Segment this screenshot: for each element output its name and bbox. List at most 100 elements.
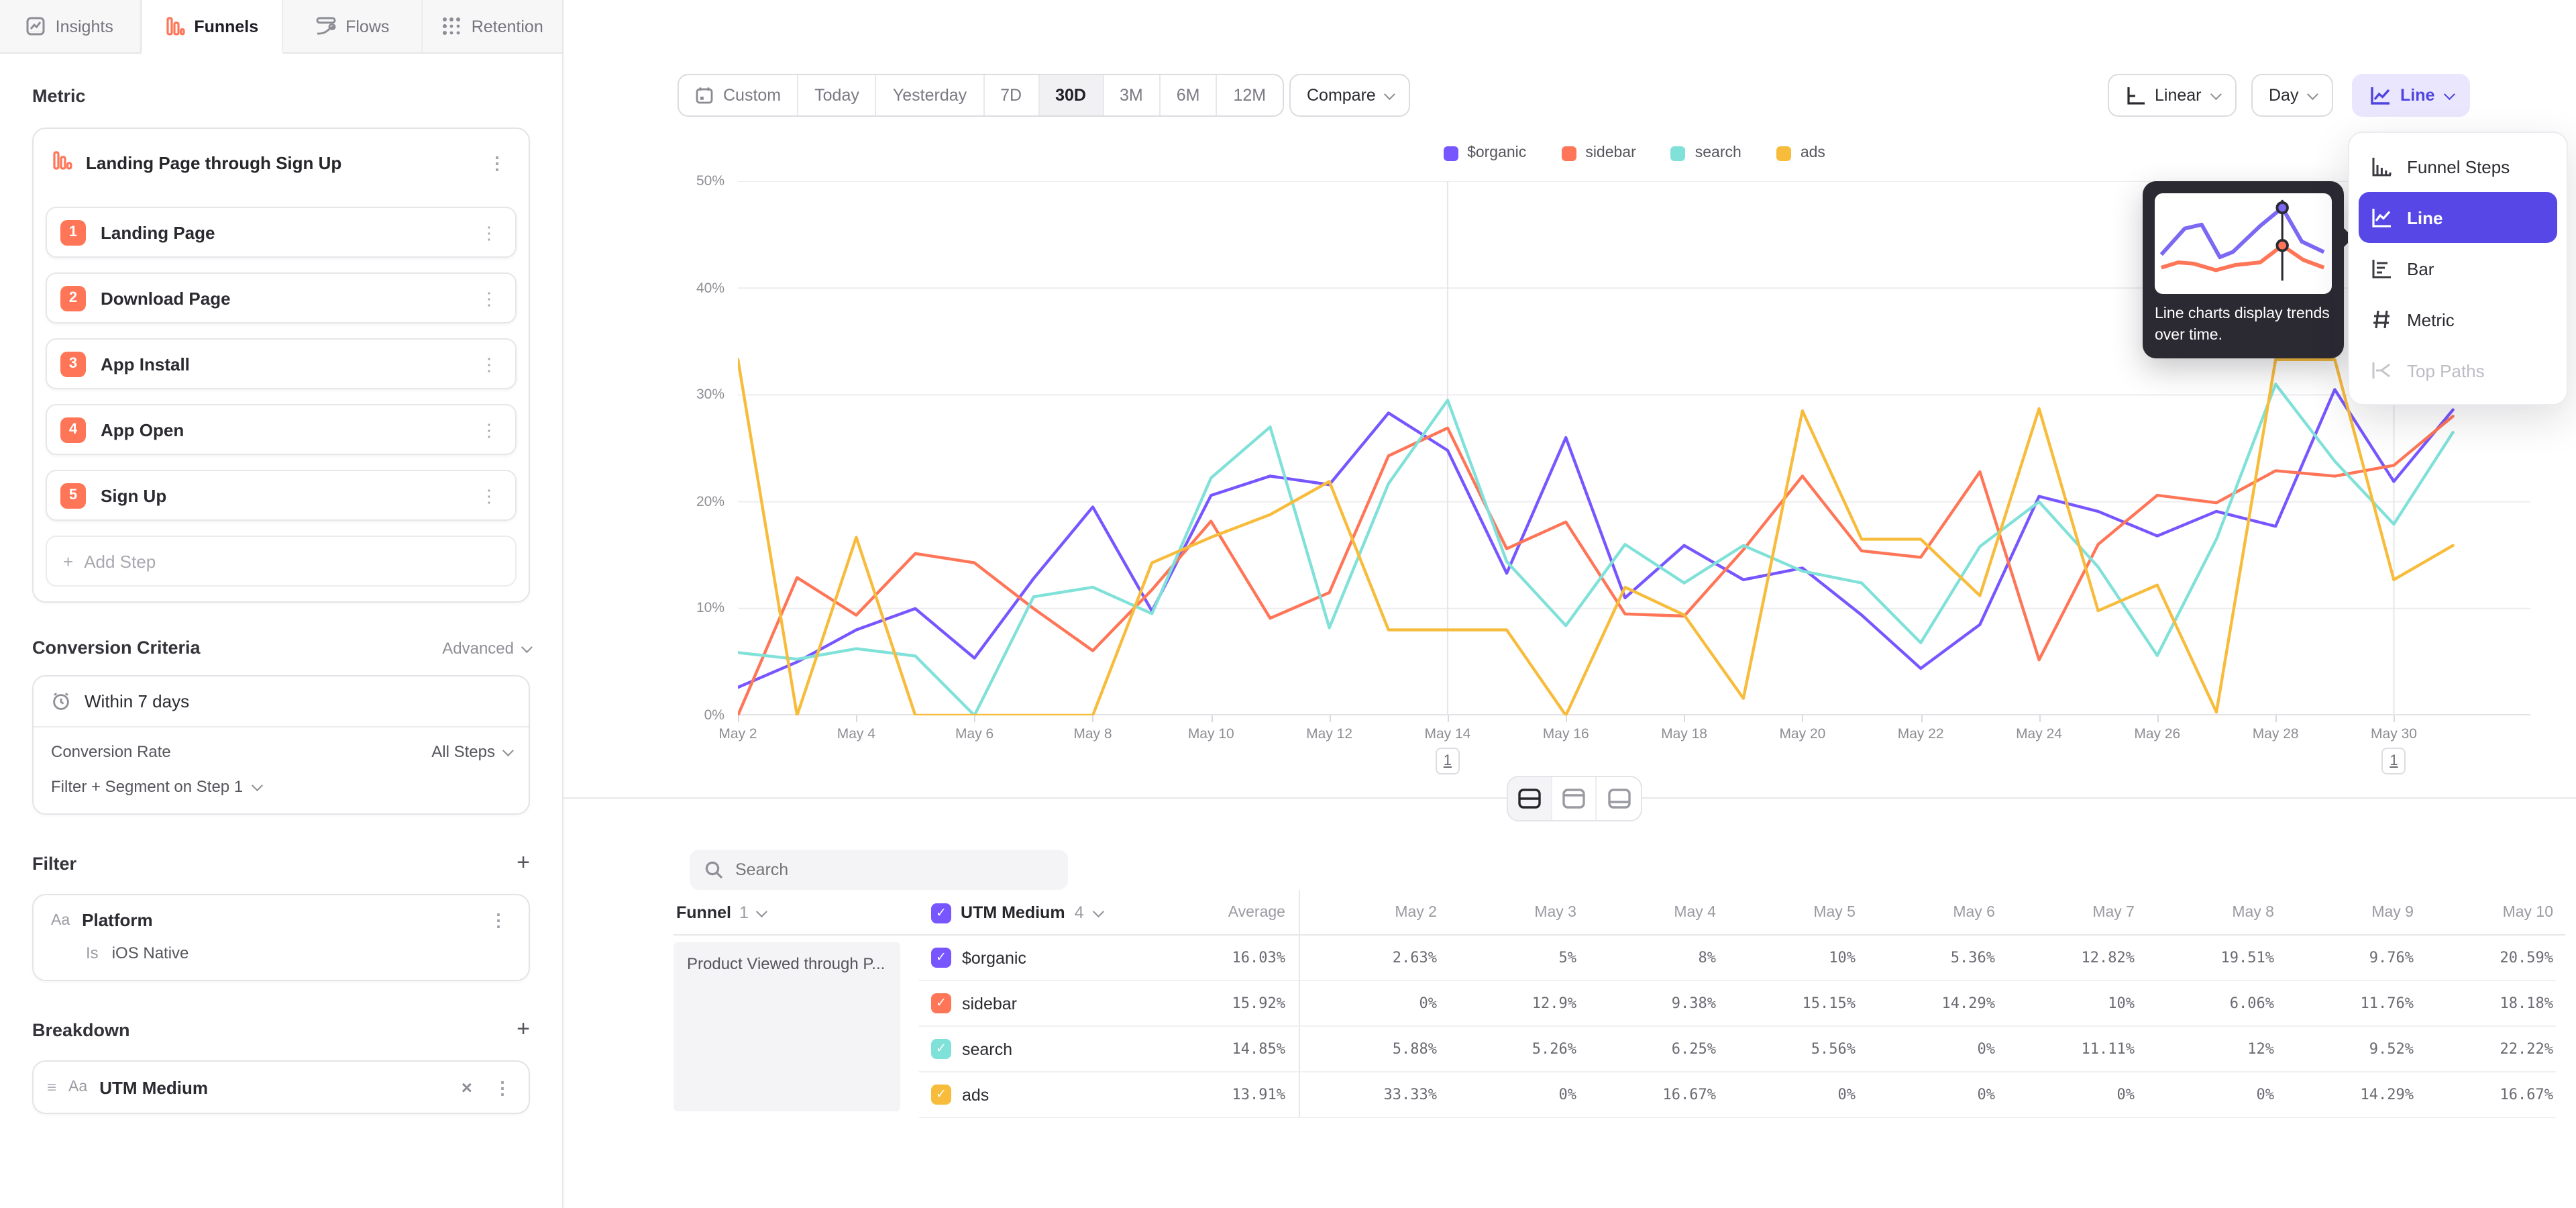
value-cell: 6.06% <box>2137 981 2277 1027</box>
breakdown-property-row[interactable]: ≡ Aa UTM Medium × ⋮ <box>47 1076 515 1098</box>
all-steps-dropdown[interactable]: All Steps <box>431 742 511 761</box>
filter-segment-label: Filter + Segment on Step 1 <box>51 777 243 796</box>
tab-funnels[interactable]: Funnels <box>141 0 283 54</box>
column-header-may-8[interactable]: May 8 <box>2137 905 2277 921</box>
advanced-dropdown[interactable]: Advanced <box>442 638 530 657</box>
value-cell: 5% <box>1440 936 1579 981</box>
column-header-may-4[interactable]: May 4 <box>1579 905 1719 921</box>
filter-kebab-icon[interactable]: ⋮ <box>486 911 511 929</box>
funnel-step-3[interactable]: 3App Install⋮ <box>46 338 517 389</box>
series-line-organic[interactable] <box>738 389 2453 687</box>
value-cell: 19.51% <box>2137 936 2277 981</box>
value-cell: 5.88% <box>1300 1027 1440 1072</box>
range-6m[interactable]: 6M <box>1161 75 1218 115</box>
add-filter-button[interactable]: + <box>517 850 530 876</box>
tab-insights[interactable]: Insights <box>0 0 141 52</box>
series-checkbox[interactable]: ✓ <box>931 1085 951 1105</box>
tab-flows[interactable]: Flows <box>282 0 423 52</box>
legend-item-sidebar[interactable]: sidebar <box>1561 145 1635 161</box>
step-kebab-icon[interactable]: ⋮ <box>476 355 502 372</box>
table-search[interactable] <box>690 850 1068 890</box>
filter-segment-dropdown[interactable]: Filter + Segment on Step 1 <box>34 766 529 813</box>
funnel-step-5[interactable]: 5Sign Up⋮ <box>46 470 517 521</box>
range-today[interactable]: Today <box>798 75 877 115</box>
column-header-may-3[interactable]: May 3 <box>1440 905 1579 921</box>
table-row-search[interactable]: ✓search <box>919 1027 1161 1072</box>
menu-item-bar[interactable]: Bar <box>2359 243 2557 294</box>
compare-button[interactable]: Compare <box>1289 74 1411 117</box>
funnel-step-4[interactable]: 4App Open⋮ <box>46 404 517 455</box>
funnel-count: 1 <box>739 903 749 922</box>
remove-breakdown-icon[interactable]: × <box>456 1076 478 1098</box>
legend-item-search[interactable]: search <box>1671 145 1741 161</box>
funnel-step-1[interactable]: 1Landing Page⋮ <box>46 207 517 258</box>
legend-item-organic[interactable]: $organic <box>1443 145 1526 161</box>
layout-chart-only-button[interactable] <box>1552 777 1597 820</box>
add-breakdown-button[interactable]: + <box>517 1016 530 1043</box>
y-tick-label: 20% <box>647 494 724 510</box>
row-group-label[interactable]: Product Viewed through P... <box>674 942 900 1111</box>
series-checkbox[interactable]: ✓ <box>931 948 951 968</box>
filter-property-row[interactable]: Aa Platform ⋮ <box>51 910 511 930</box>
menu-item-funnel-steps[interactable]: Funnel Steps <box>2359 141 2557 192</box>
table-row-ads[interactable]: ✓ads <box>919 1072 1161 1118</box>
series-checkbox[interactable]: ✓ <box>931 993 951 1013</box>
column-header-may-6[interactable]: May 6 <box>1858 905 1998 921</box>
add-step-button[interactable]: + Add Step <box>46 536 517 587</box>
annotation-badge[interactable]: 1 <box>1436 748 1460 774</box>
funnel-step-2[interactable]: 2Download Page⋮ <box>46 272 517 323</box>
menu-item-metric[interactable]: Metric <box>2359 294 2557 345</box>
value-cell: 10% <box>1719 936 1858 981</box>
range-custom[interactable]: Custom <box>679 75 798 115</box>
column-header-may-2[interactable]: May 2 <box>1300 905 1440 921</box>
step-kebab-icon[interactable]: ⋮ <box>476 487 502 504</box>
funnel-steps-icon <box>2369 156 2392 177</box>
series-line-ads[interactable] <box>738 359 2453 715</box>
column-header-may-5[interactable]: May 5 <box>1719 905 1858 921</box>
metric-title-row[interactable]: Landing Page through Sign Up ⋮ <box>46 141 517 192</box>
conversion-window-row[interactable]: Within 7 days <box>34 676 529 726</box>
column-header-average[interactable]: Average <box>1161 890 1300 936</box>
step-kebab-icon[interactable]: ⋮ <box>476 289 502 307</box>
layout-table-only-button[interactable] <box>1597 777 1641 820</box>
range-30d[interactable]: 30D <box>1039 75 1104 115</box>
column-header-may-9[interactable]: May 9 <box>2277 905 2416 921</box>
tab-retention[interactable]: Retention <box>423 0 563 52</box>
annotation-badge[interactable]: 1 <box>2381 748 2406 774</box>
funnel-column-dropdown[interactable]: Funnel1 <box>674 903 919 922</box>
search-input[interactable] <box>735 860 1053 879</box>
scale-dropdown[interactable]: Linear <box>2108 74 2237 117</box>
interval-dropdown[interactable]: Day <box>2251 74 2333 117</box>
range-3m[interactable]: 3M <box>1104 75 1161 115</box>
x-tick-label: May 24 <box>1996 726 2082 742</box>
range-12m[interactable]: 12M <box>1218 75 1283 115</box>
value-cell: 2.63% <box>1300 936 1440 981</box>
table-row-sidebar[interactable]: ✓sidebar <box>919 981 1161 1027</box>
breakdown-kebab-icon[interactable]: ⋮ <box>490 1078 515 1096</box>
table-row-organic[interactable]: ✓$organic <box>919 936 1161 981</box>
breakdown-column-label: UTM Medium <box>961 903 1065 922</box>
metric-kebab-icon[interactable]: ⋮ <box>484 154 510 171</box>
string-property-icon: Aa <box>68 1079 87 1095</box>
step-kebab-icon[interactable]: ⋮ <box>476 421 502 438</box>
drag-handle-icon[interactable]: ≡ <box>47 1078 56 1097</box>
filter-condition[interactable]: Is iOS Native <box>86 944 511 962</box>
column-header-may-10[interactable]: May 10 <box>2416 905 2556 921</box>
column-header-may-7[interactable]: May 7 <box>1998 905 2137 921</box>
utm-checkbox[interactable]: ✓ <box>931 903 951 923</box>
menu-item-label: Top Paths <box>2407 360 2485 381</box>
series-checkbox[interactable]: ✓ <box>931 1039 951 1059</box>
tab-label: Insights <box>56 17 113 36</box>
clock-icon <box>51 691 71 711</box>
tooltip-mini-chart <box>2155 193 2332 294</box>
menu-item-line[interactable]: Line <box>2359 192 2557 243</box>
chart-type-dropdown[interactable]: Line <box>2352 74 2469 117</box>
range-7d[interactable]: 7D <box>984 75 1039 115</box>
layout-split-button[interactable] <box>1508 777 1552 820</box>
breakdown-column-dropdown[interactable]: ✓UTM Medium4 <box>919 903 1161 923</box>
legend-item-ads[interactable]: ads <box>1776 145 1825 161</box>
x-tick-label: May 26 <box>2114 726 2200 742</box>
step-number-badge: 3 <box>60 351 86 376</box>
range-yesterday[interactable]: Yesterday <box>877 75 984 115</box>
step-kebab-icon[interactable]: ⋮ <box>476 223 502 241</box>
